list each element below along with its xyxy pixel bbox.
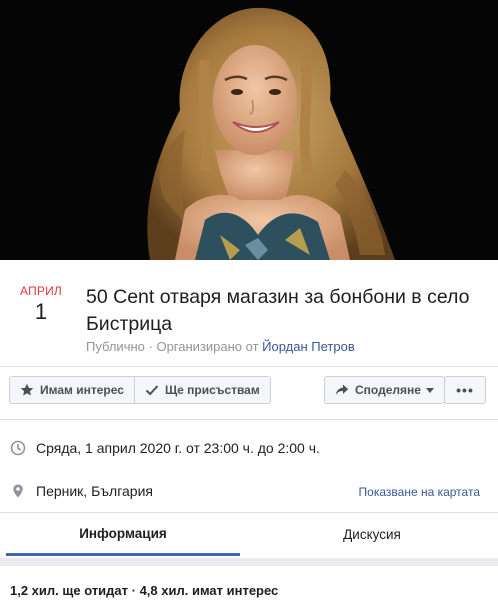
- cover-photo-image: [0, 0, 498, 260]
- event-meta: Публично · Организирано от Йордан Петров: [86, 339, 355, 354]
- event-date-day: 1: [34, 299, 48, 324]
- share-arrow-icon: [335, 384, 349, 395]
- share-button-label: Споделяне: [355, 383, 421, 397]
- rsvp-button-group: Имам интерес Ще присъствам: [9, 376, 271, 404]
- event-title: 50 Cent отваря магазин за бонбони в село…: [86, 286, 470, 335]
- event-header: АПРИЛ 1 50 Cent отваря магазин за бонбон…: [0, 260, 498, 366]
- section-gap: [0, 558, 498, 566]
- event-cover-photo[interactable]: [0, 0, 498, 260]
- event-privacy: Публично: [86, 339, 145, 354]
- attendance-stats: 1,2 хил. ще отидат · 4,8 хил. имат интер…: [0, 566, 498, 612]
- organized-by-label: Организирано от: [156, 339, 259, 354]
- chevron-down-icon: [425, 387, 434, 393]
- going-button-label: Ще присъствам: [164, 383, 260, 397]
- check-icon: [145, 385, 159, 396]
- show-map-link[interactable]: Показване на картата: [359, 485, 480, 499]
- tab-information[interactable]: Информация: [6, 513, 240, 556]
- attendance-stats-text[interactable]: 1,2 хил. ще отидат · 4,8 хил. имат интер…: [10, 583, 278, 598]
- event-date-badge: АПРИЛ 1: [14, 284, 68, 325]
- location-pin-icon: [13, 484, 23, 498]
- event-tabs: Информация Дискусия: [0, 513, 498, 557]
- event-location-row: Перник, България Показване на картата: [0, 469, 498, 513]
- more-options-button[interactable]: •••: [444, 376, 486, 404]
- star-icon: [20, 383, 34, 396]
- share-button[interactable]: Споделяне: [324, 376, 445, 404]
- interested-button-label: Имам интерес: [40, 383, 124, 397]
- event-datetime: Сряда, 1 април 2020 г. от 23:00 ч. до 2:…: [36, 440, 320, 456]
- divider: [0, 419, 498, 420]
- event-datetime-row: Сряда, 1 април 2020 г. от 23:00 ч. до 2:…: [0, 426, 498, 470]
- organizer-link[interactable]: Йордан Петров: [262, 339, 355, 354]
- event-location[interactable]: Перник, България: [36, 483, 153, 499]
- clock-icon: [10, 440, 26, 456]
- interested-button[interactable]: Имам интерес: [10, 377, 134, 403]
- going-button[interactable]: Ще присъствам: [133, 377, 270, 403]
- event-actions-bar: Имам интерес Ще присъствам Споделяне •••: [0, 367, 498, 419]
- tab-discussion[interactable]: Дискусия: [254, 513, 490, 555]
- event-date-month: АПРИЛ: [20, 284, 62, 298]
